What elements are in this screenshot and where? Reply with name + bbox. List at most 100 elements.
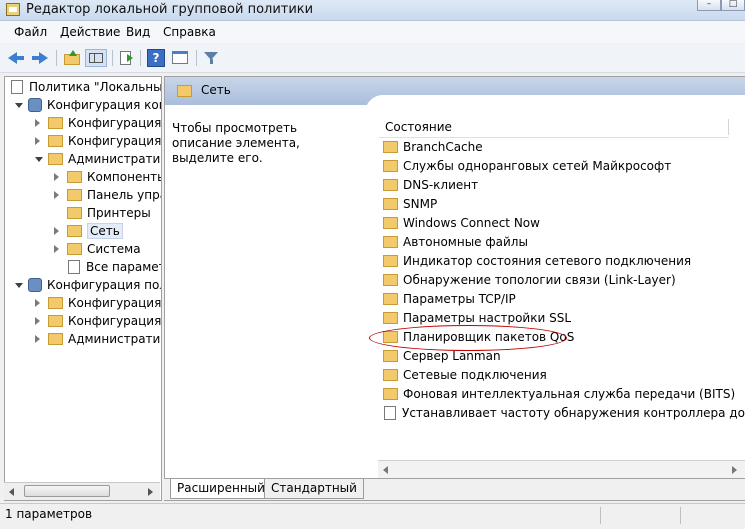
folder-icon bbox=[177, 85, 192, 97]
expand-arrow-icon[interactable] bbox=[15, 283, 23, 288]
scroll-right-icon[interactable] bbox=[144, 485, 157, 498]
tree-item-label: Сеть bbox=[87, 223, 123, 239]
collapse-arrow-icon[interactable] bbox=[54, 173, 59, 181]
list-item[interactable]: Обнаружение топологии связи (Link-Layer) bbox=[379, 271, 729, 290]
tree-pane[interactable]: Политика "Локальный Конфигурация комп Ко… bbox=[4, 76, 162, 501]
list-item[interactable]: Параметры настройки SSL bbox=[379, 309, 729, 328]
folder-icon bbox=[383, 197, 398, 210]
policy-editor-icon bbox=[6, 3, 20, 16]
collapse-arrow-icon[interactable] bbox=[35, 299, 40, 307]
list-horizontal-scrollbar[interactable] bbox=[378, 460, 745, 478]
scroll-right-icon[interactable] bbox=[728, 463, 741, 476]
list-item[interactable]: BranchCache bbox=[379, 138, 729, 157]
minimize-button[interactable]: – bbox=[697, 0, 721, 11]
collapse-arrow-icon[interactable] bbox=[35, 119, 40, 127]
menu-action[interactable]: Действие bbox=[60, 25, 120, 39]
menu-view[interactable]: Вид bbox=[126, 25, 150, 39]
help-icon[interactable]: ? bbox=[147, 49, 165, 67]
folder-icon bbox=[383, 140, 398, 153]
back-icon[interactable] bbox=[8, 49, 26, 67]
list-item[interactable]: Автономные файлы bbox=[379, 233, 729, 252]
show-tree-icon[interactable] bbox=[85, 49, 107, 67]
toolbar-separator bbox=[140, 50, 141, 66]
menu-help[interactable]: Справка bbox=[163, 25, 216, 39]
collapse-arrow-icon[interactable] bbox=[54, 227, 59, 235]
tree-item-user-software[interactable]: Конфигурация п bbox=[35, 294, 162, 312]
collapse-arrow-icon[interactable] bbox=[35, 317, 40, 325]
tree-horizontal-scrollbar[interactable] bbox=[4, 482, 160, 500]
tree-item-label: Конфигурация п bbox=[68, 296, 162, 310]
folder-icon bbox=[67, 224, 82, 237]
setting-icon bbox=[384, 405, 396, 420]
title-bar: Редактор локальной групповой политики – … bbox=[0, 0, 745, 21]
list-item[interactable]: Фоновая интеллектуальная служба передачи… bbox=[379, 385, 735, 404]
expand-arrow-icon[interactable] bbox=[35, 157, 43, 162]
tree-item-system[interactable]: Система bbox=[54, 240, 141, 258]
scroll-left-icon[interactable] bbox=[6, 485, 19, 498]
tree-item-computer-config[interactable]: Конфигурация комп bbox=[15, 96, 161, 114]
tree-item-user-config[interactable]: Конфигурация поль bbox=[15, 276, 161, 294]
folder-icon bbox=[383, 216, 398, 229]
collapse-arrow-icon[interactable] bbox=[54, 245, 59, 253]
tree-item-label: Принтеры bbox=[87, 206, 151, 220]
list-item[interactable]: DNS-клиент bbox=[379, 176, 729, 195]
settings-list[interactable]: Состояние BranchCache Службы одноранговы… bbox=[379, 117, 745, 500]
tree-item-all-settings[interactable]: Все параметр bbox=[54, 258, 161, 276]
list-item[interactable]: Сервер Lanman bbox=[379, 347, 729, 366]
tree-item-control-panel[interactable]: Панель упра bbox=[54, 186, 161, 204]
folder-icon bbox=[48, 314, 63, 327]
list-item-label: Автономные файлы bbox=[403, 235, 528, 249]
tab-extended[interactable]: Расширенный bbox=[170, 479, 272, 499]
up-folder-icon[interactable] bbox=[63, 49, 81, 67]
list-item[interactable]: SNMP bbox=[379, 195, 729, 214]
folder-icon bbox=[67, 188, 82, 201]
expand-arrow-icon[interactable] bbox=[15, 103, 23, 108]
filter-icon[interactable] bbox=[203, 49, 221, 67]
list-item-label: Обнаружение топологии связи (Link-Layer) bbox=[403, 273, 676, 287]
export-list-icon[interactable] bbox=[118, 49, 136, 67]
list-item[interactable]: Windows Connect Now bbox=[379, 214, 729, 233]
status-divider bbox=[600, 507, 601, 524]
collapse-arrow-icon[interactable] bbox=[35, 335, 40, 343]
forward-icon[interactable] bbox=[31, 49, 49, 67]
details-title: Сеть bbox=[201, 83, 231, 97]
tree-item-computer-windows[interactable]: Конфигурация W bbox=[35, 132, 161, 150]
tree-item-computer-software[interactable]: Конфигурация п bbox=[35, 114, 161, 132]
folder-icon bbox=[383, 235, 398, 248]
list-item-label: Параметры TCP/IP bbox=[403, 292, 516, 306]
folder-icon bbox=[383, 311, 398, 324]
list-item[interactable]: Индикатор состояния сетевого подключения bbox=[379, 252, 729, 271]
collapse-arrow-icon[interactable] bbox=[35, 137, 40, 145]
tree-item-computer-admin[interactable]: Административ bbox=[35, 150, 161, 168]
tree-item-components[interactable]: Компоненты bbox=[54, 168, 162, 186]
list-item[interactable]: Службы одноранговых сетей Майкрософт bbox=[379, 157, 729, 176]
column-divider[interactable] bbox=[728, 119, 729, 135]
tree-item-user-windows[interactable]: Конфигурация W bbox=[35, 312, 161, 330]
list-item[interactable]: Параметры TCP/IP bbox=[379, 290, 729, 309]
tree-item-user-admin[interactable]: Административ bbox=[35, 330, 161, 348]
column-header-state[interactable]: Состояние bbox=[379, 117, 729, 138]
menu-file[interactable]: Файл bbox=[14, 25, 47, 39]
tree-item-label: Система bbox=[87, 242, 141, 256]
maximize-button[interactable]: □ bbox=[721, 0, 745, 11]
properties-icon[interactable] bbox=[171, 49, 189, 67]
tree-item-label: Компоненты bbox=[87, 170, 162, 184]
tab-standard[interactable]: Стандартный bbox=[264, 479, 364, 499]
computer-icon bbox=[28, 97, 42, 112]
folder-icon bbox=[67, 206, 82, 219]
scroll-left-icon[interactable] bbox=[380, 463, 393, 476]
tree-item-printers[interactable]: Принтеры bbox=[54, 204, 151, 222]
folder-icon bbox=[383, 273, 398, 286]
tree-root[interactable]: Политика "Локальный bbox=[11, 78, 161, 96]
folder-icon bbox=[48, 116, 63, 129]
toolbar: ? bbox=[0, 44, 745, 73]
list-item-qos[interactable]: Планировщик пакетов QoS bbox=[379, 328, 729, 347]
collapse-arrow-icon[interactable] bbox=[54, 191, 59, 199]
list-item-label: SNMP bbox=[403, 197, 438, 211]
list-item[interactable]: Устанавливает частоту обнаружения контро… bbox=[379, 404, 745, 423]
view-tabs: Расширенный Стандартный bbox=[164, 478, 745, 500]
tree-item-network[interactable]: Сеть bbox=[54, 222, 123, 240]
scrollbar-thumb[interactable] bbox=[24, 485, 110, 497]
folder-icon bbox=[67, 242, 82, 255]
list-item[interactable]: Сетевые подключения bbox=[379, 366, 729, 385]
